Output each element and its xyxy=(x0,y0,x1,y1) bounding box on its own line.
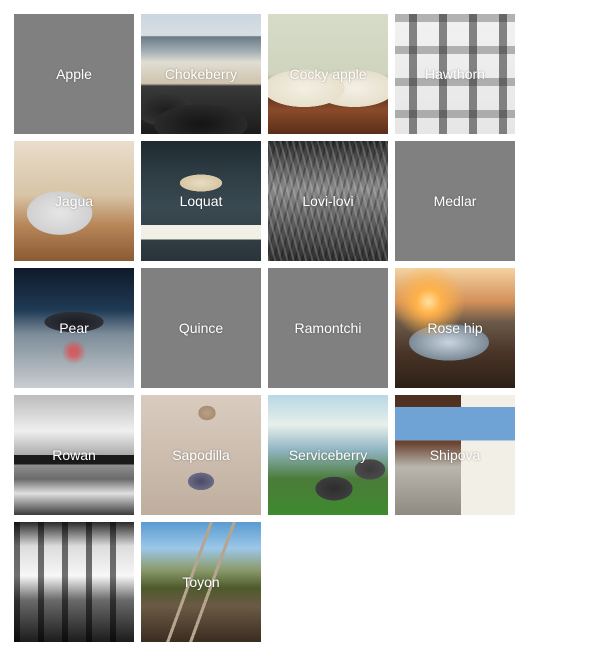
gallery-tile-quince[interactable]: Quince xyxy=(141,268,261,388)
gallery-tile-toyon[interactable]: Toyon xyxy=(141,522,261,642)
gallery-tile-lovi-lovi[interactable]: Lovi-lovi xyxy=(268,141,388,261)
sunset-road-puddle-image xyxy=(395,268,515,388)
tile-caption: Apple xyxy=(56,66,92,82)
gallery-tile-sapodilla[interactable]: Sapodilla xyxy=(141,395,261,515)
open-book-image xyxy=(268,14,388,134)
railway-tracks-image xyxy=(141,522,261,642)
beach-rocks-image xyxy=(141,14,261,134)
gallery-tile-loquat[interactable]: Loquat xyxy=(141,141,261,261)
tile-caption: Quince xyxy=(178,320,224,336)
flatlay-gadgets-image xyxy=(395,14,515,134)
rocks-grass-image xyxy=(268,395,388,515)
tile-caption: Medlar xyxy=(433,193,477,209)
image-gallery-grid: Apple Chokeberry Cocky apple Hawthorn Ja… xyxy=(14,14,515,642)
gallery-tile-medlar[interactable]: Medlar xyxy=(395,141,515,261)
gallery-tile-rose-hip[interactable]: Rose hip xyxy=(395,268,515,388)
gallery-tile-serviceberry[interactable]: Serviceberry xyxy=(268,395,388,515)
workspace-keyboard-image xyxy=(141,141,261,261)
pier-bw-image xyxy=(14,395,134,515)
gallery-tile-cocky-apple[interactable]: Cocky apple xyxy=(268,14,388,134)
gallery-tile-chokeberry[interactable]: Chokeberry xyxy=(141,14,261,134)
gallery-tile-apple[interactable]: Apple xyxy=(14,14,134,134)
tile-caption: Ramontchi xyxy=(294,320,362,336)
gallery-tile-ramontchi[interactable]: Ramontchi xyxy=(268,268,388,388)
gamepad-image xyxy=(14,268,134,388)
laptop-desk-image xyxy=(14,141,134,261)
gallery-tile-jagua[interactable]: Jagua xyxy=(14,141,134,261)
cafe-interior-bw-image xyxy=(14,522,134,642)
grass-bw-image xyxy=(268,141,388,261)
laptop-notebook-image xyxy=(395,395,515,515)
footprints-sand-image xyxy=(141,395,261,515)
gallery-tile-rowan[interactable]: Rowan xyxy=(14,395,134,515)
gallery-tile-pear[interactable]: Pear xyxy=(14,268,134,388)
gallery-tile-hawthorn[interactable]: Hawthorn xyxy=(395,14,515,134)
gallery-tile-cafe[interactable] xyxy=(14,522,134,642)
gallery-tile-shipova[interactable]: Shipova xyxy=(395,395,515,515)
